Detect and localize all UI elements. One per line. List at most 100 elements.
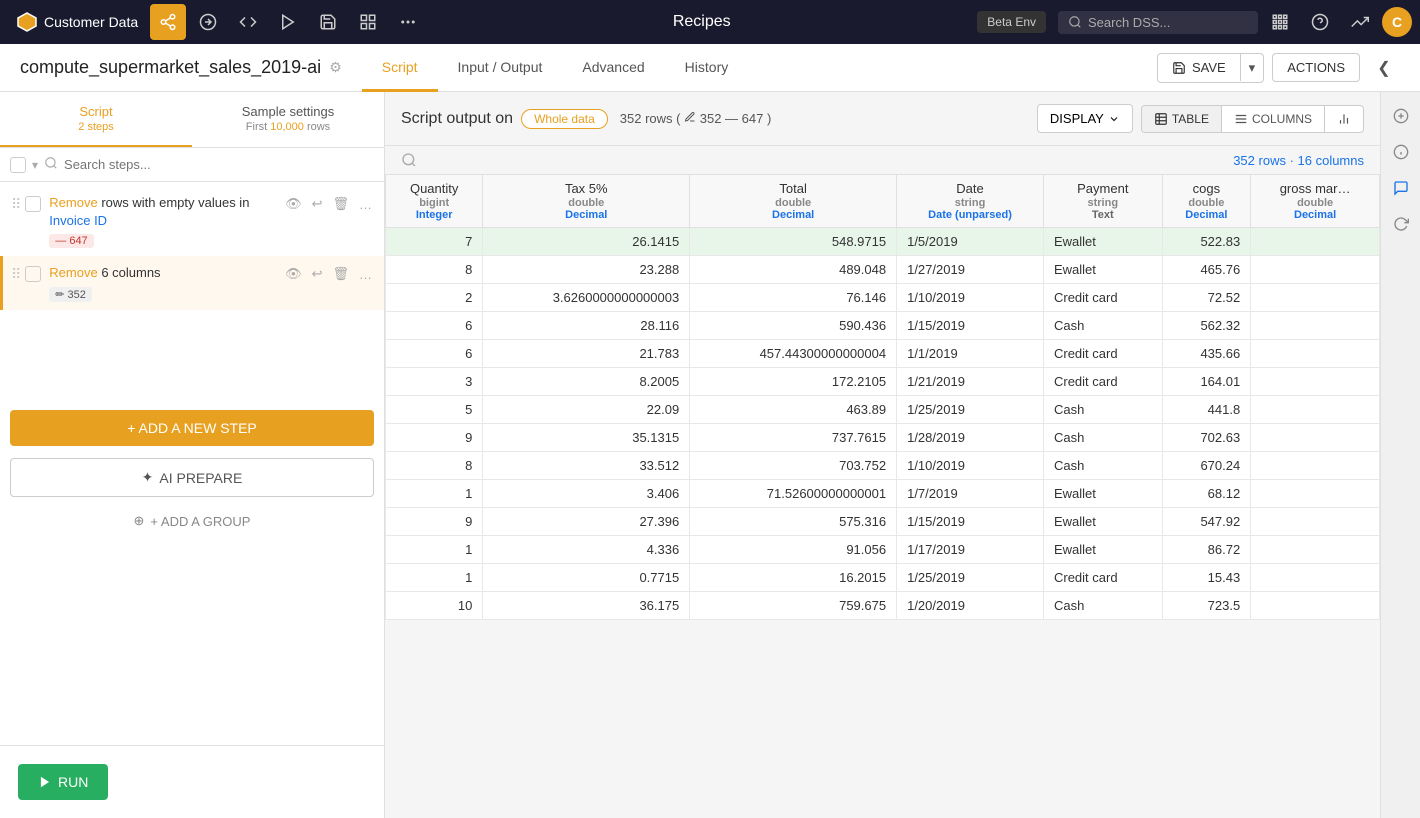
save-button[interactable]: SAVE (1158, 54, 1241, 81)
share-icon[interactable] (150, 4, 186, 40)
save-nav-icon[interactable] (310, 4, 346, 40)
pencil-icon (684, 111, 696, 123)
user-avatar[interactable]: C (1382, 7, 1412, 37)
table-cell: Cash (1043, 396, 1162, 424)
search-steps-input[interactable] (64, 157, 374, 172)
step-more-1[interactable]: … (357, 195, 374, 214)
table-cell: 1/10/2019 (897, 452, 1044, 480)
grid-icon[interactable] (1262, 4, 1298, 40)
table-cell (1251, 424, 1380, 452)
col-subtype-payment[interactable]: Text (1054, 209, 1152, 221)
save-dropdown-button[interactable]: ▾ (1241, 54, 1264, 82)
table-cell: 1 (386, 564, 483, 592)
dashboard-icon[interactable] (350, 4, 386, 40)
table-cell: 76.146 (690, 284, 897, 312)
rows-from: 352 (700, 111, 725, 126)
analytics-icon[interactable] (1342, 4, 1378, 40)
help-icon[interactable] (1302, 4, 1338, 40)
tab-advanced[interactable]: Advanced (562, 44, 664, 92)
col-subtype-tax[interactable]: Decimal (493, 209, 679, 221)
drag-handle-2[interactable]: ⠿ (11, 264, 21, 283)
col-subtype-grossmar[interactable]: Decimal (1261, 209, 1369, 221)
run-button[interactable]: RUN (18, 764, 108, 800)
data-table-container[interactable]: Quantity bigint Integer Tax 5% double De… (385, 174, 1380, 818)
display-button[interactable]: DISPLAY (1037, 104, 1133, 133)
beta-env-badge[interactable]: Beta Env (977, 11, 1046, 33)
col-subtype-date[interactable]: Date (unparsed) (907, 209, 1033, 221)
step-eye-1[interactable]: 👁 (283, 194, 304, 214)
col-header-cogs[interactable]: cogs double Decimal (1162, 175, 1251, 228)
col-subtype-quantity[interactable]: Integer (396, 209, 472, 221)
table-cell: 489.048 (690, 256, 897, 284)
table-cell: Credit card (1043, 340, 1162, 368)
app-logo[interactable]: Customer Data (8, 11, 146, 33)
select-all-box[interactable] (10, 157, 26, 173)
col-header-grossmar[interactable]: gross mar… double Decimal (1251, 175, 1380, 228)
sidebar-refresh-icon[interactable] (1385, 208, 1417, 240)
ai-prepare-label: AI PREPARE (159, 470, 242, 486)
step-checkbox-1[interactable] (25, 196, 41, 212)
table-cell: 575.316 (690, 508, 897, 536)
step-reset-2[interactable]: ↩ (310, 264, 325, 284)
step-delete-1[interactable]: 🗑 (330, 194, 351, 214)
view-toggle: TABLE COLUMNS (1141, 105, 1364, 133)
step-badge-1: — 647 (49, 234, 93, 248)
table-search-icon[interactable] (401, 152, 417, 168)
display-dropdown-icon (1108, 113, 1120, 125)
more-icon[interactable] (390, 4, 426, 40)
col-header-date[interactable]: Date string Date (unparsed) (897, 175, 1044, 228)
table-cell: 71.52600000000001 (690, 480, 897, 508)
table-cell: 1/17/2019 (897, 536, 1044, 564)
step-eye-2[interactable]: 👁 (283, 264, 304, 284)
tab-history[interactable]: History (665, 44, 749, 92)
col-header-quantity[interactable]: Quantity bigint Integer (386, 175, 483, 228)
add-group-button[interactable]: ⊕ + ADD A GROUP (0, 505, 384, 537)
dropdown-arrow[interactable]: ▾ (32, 158, 38, 172)
table-cell: 1/20/2019 (897, 592, 1044, 620)
step-item-1[interactable]: ⠿ Remove rows with empty values in Invoi… (0, 186, 384, 256)
view-table-button[interactable]: TABLE (1142, 106, 1222, 132)
cols-display-count[interactable]: 16 columns (1298, 153, 1364, 168)
view-columns-button[interactable]: COLUMNS (1222, 106, 1325, 132)
step-search-bar[interactable]: ▾ (0, 148, 384, 182)
col-subtype-total[interactable]: Decimal (700, 209, 886, 221)
select-all-checkbox[interactable]: ▾ (10, 157, 38, 173)
step-item-2[interactable]: ⠿ Remove 6 columns ✏ 352 👁 ↩ 🗑 … (0, 256, 384, 309)
whole-data-badge[interactable]: Whole data (521, 109, 608, 129)
step-checkbox-2[interactable] (25, 266, 41, 282)
code-icon[interactable] (230, 4, 266, 40)
step-title-1: Remove rows with empty values in Invoice… (49, 194, 283, 230)
step-more-2[interactable]: … (357, 265, 374, 284)
table-cell: 8 (386, 452, 483, 480)
step-delete-2[interactable]: 🗑 (330, 264, 351, 284)
sidebar-plus-icon[interactable] (1385, 100, 1417, 132)
step-reset-1[interactable]: ↩ (310, 194, 325, 214)
col-header-total[interactable]: Total double Decimal (690, 175, 897, 228)
tab-script[interactable]: Script (362, 44, 438, 92)
recipe-settings-icon[interactable]: ⚙ (329, 59, 342, 76)
table-cell: 164.01 (1162, 368, 1251, 396)
table-cell (1251, 340, 1380, 368)
col-type-quantity: bigint (396, 197, 472, 209)
table-row: 1036.175759.6751/20/2019Cash723.5 (386, 592, 1380, 620)
table-cell (1251, 256, 1380, 284)
search-bar[interactable]: Search DSS... (1058, 11, 1258, 34)
col-subtype-cogs[interactable]: Decimal (1173, 209, 1241, 221)
left-tab-sample[interactable]: Sample settings First 10,000 rows (192, 92, 384, 147)
run-icon[interactable] (270, 4, 306, 40)
col-header-payment[interactable]: Payment string Text (1043, 175, 1162, 228)
ai-prepare-button[interactable]: ✦ AI PREPARE (10, 458, 374, 497)
left-panel: Script 2 steps Sample settings First 10,… (0, 92, 385, 818)
sidebar-info-icon[interactable] (1385, 136, 1417, 168)
tab-input-output[interactable]: Input / Output (438, 44, 563, 92)
recipe-title: Recipes (430, 13, 973, 31)
view-chart-button[interactable] (1325, 106, 1363, 132)
drag-handle-1[interactable]: ⠿ (11, 194, 21, 213)
left-tab-script[interactable]: Script 2 steps (0, 92, 192, 147)
add-step-button[interactable]: + ADD A NEW STEP (10, 410, 374, 446)
actions-button[interactable]: ACTIONS (1272, 53, 1360, 82)
transform-icon[interactable] (190, 4, 226, 40)
collapse-button[interactable]: ❮ (1368, 52, 1400, 84)
sidebar-chat-icon[interactable] (1385, 172, 1417, 204)
col-header-tax[interactable]: Tax 5% double Decimal (483, 175, 690, 228)
